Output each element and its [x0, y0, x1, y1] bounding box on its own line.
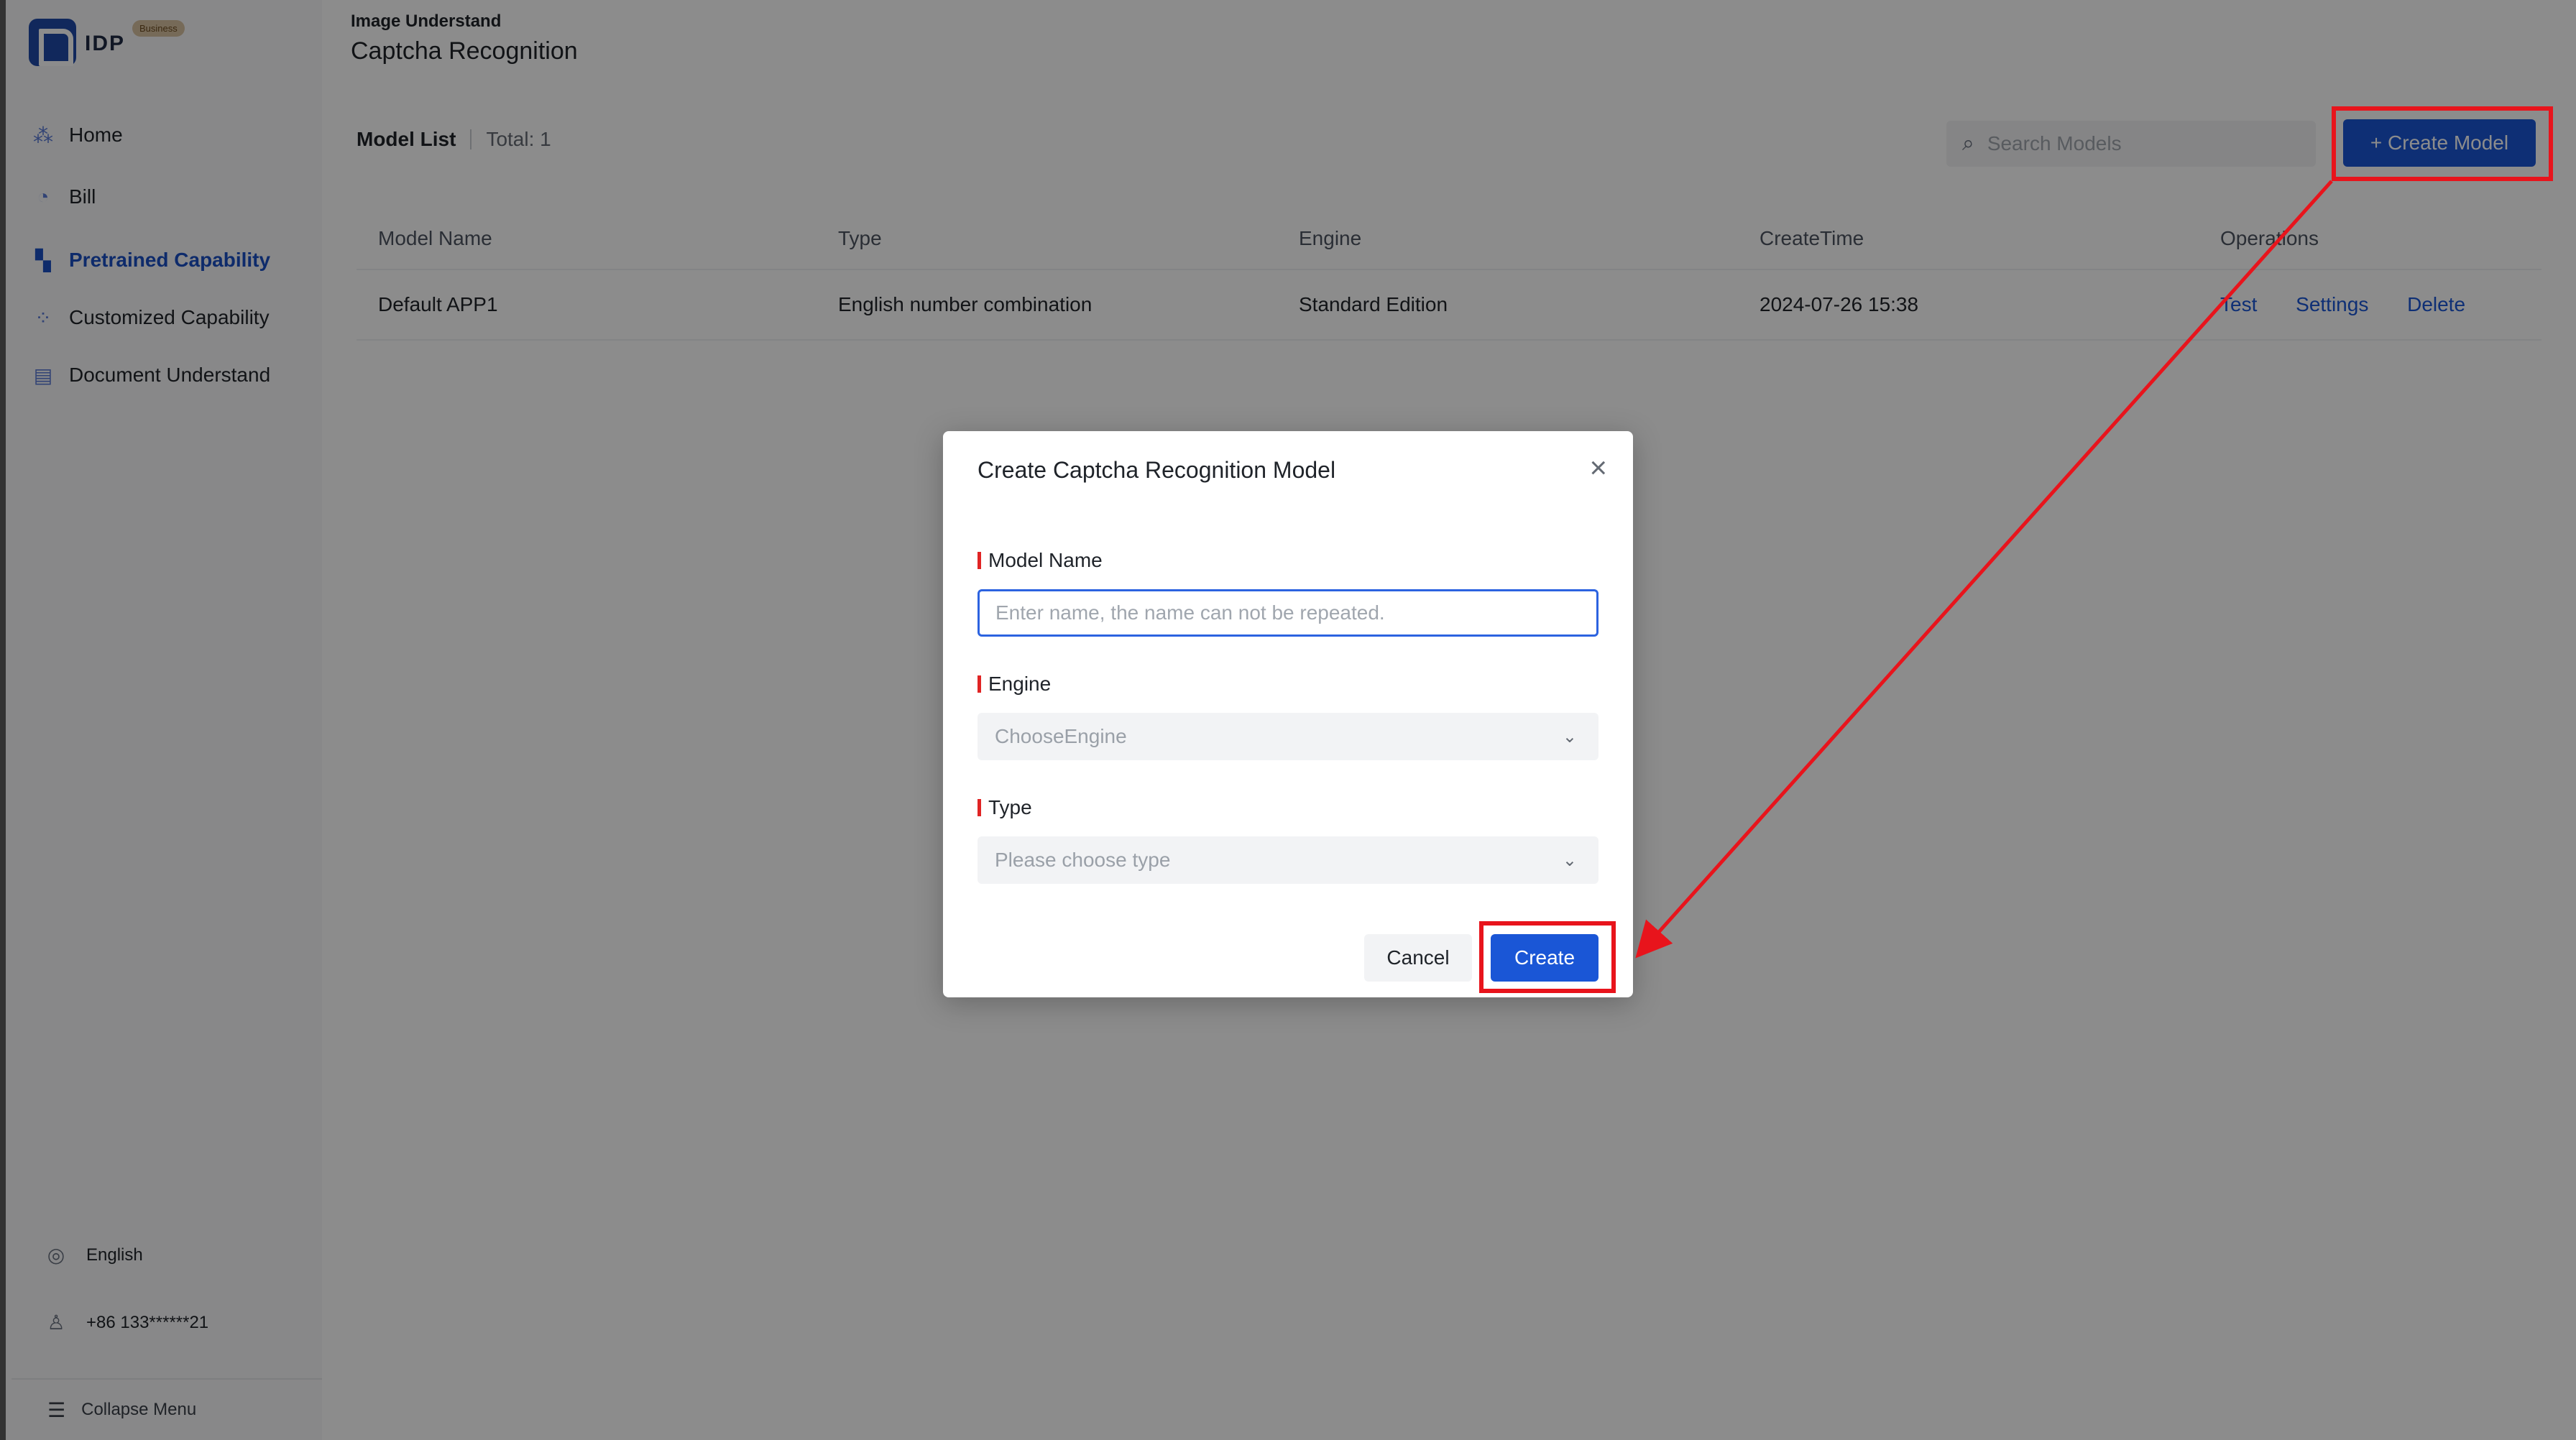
cancel-button[interactable]: Cancel: [1364, 934, 1472, 982]
type-select[interactable]: Please choose type ⌄: [978, 836, 1598, 884]
chevron-down-icon: ⌄: [1562, 850, 1577, 870]
required-marker: [978, 799, 981, 816]
chevron-down-icon: ⌄: [1562, 726, 1577, 747]
type-label: Type: [978, 796, 1032, 819]
close-icon[interactable]: ×: [1589, 453, 1607, 483]
required-marker: [978, 552, 981, 569]
dialog-title: Create Captcha Recognition Model: [978, 457, 1336, 483]
create-model-dialog: Create Captcha Recognition Model × Model…: [943, 431, 1633, 997]
required-marker: [978, 675, 981, 693]
type-select-placeholder: Please choose type: [995, 849, 1171, 871]
type-label-text: Type: [988, 796, 1032, 818]
highlight-create-model: [2332, 106, 2553, 181]
engine-label-text: Engine: [988, 673, 1052, 695]
model-name-label: Model Name: [978, 549, 1103, 572]
highlight-create-button: [1479, 921, 1616, 993]
model-name-input[interactable]: [978, 589, 1598, 637]
engine-select[interactable]: ChooseEngine ⌄: [978, 713, 1598, 760]
engine-select-placeholder: ChooseEngine: [995, 725, 1127, 747]
engine-label: Engine: [978, 673, 1051, 696]
model-name-label-text: Model Name: [988, 549, 1103, 571]
